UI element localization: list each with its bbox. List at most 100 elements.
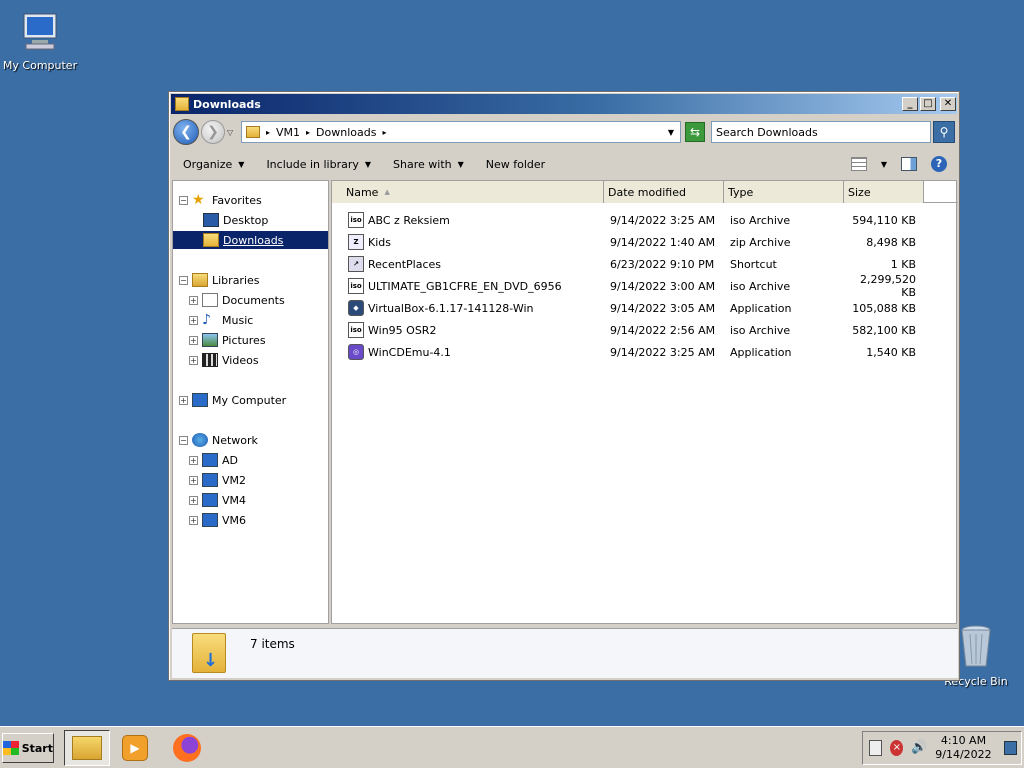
table-row[interactable]: iso ABC z Reksiem 9/14/2022 3:25 AM iso A… [332, 210, 958, 230]
taskbar-media-player[interactable]: ▶ [112, 730, 158, 766]
column-header-date[interactable]: Date modified [604, 181, 724, 203]
address-bar[interactable]: ▸ VM1 ▸ Downloads ▸ ▼ [241, 121, 681, 143]
network-error-icon[interactable]: × [890, 740, 904, 756]
view-options-dropdown[interactable]: ▼ [881, 160, 887, 169]
taskbar-explorer[interactable] [64, 730, 110, 766]
expand-icon[interactable]: + [189, 515, 198, 525]
close-button[interactable]: ✕ [940, 97, 956, 111]
nav-network-vm2[interactable]: + VM2 [189, 471, 246, 489]
expand-icon[interactable]: + [179, 395, 188, 405]
table-row[interactable]: ◆ VirtualBox-6.1.17-141128-Win 9/14/2022 … [332, 298, 958, 318]
show-desktop-icon[interactable] [1003, 741, 1017, 755]
organize-menu[interactable]: Organize ▼ [183, 158, 244, 171]
table-row[interactable]: ↗ RecentPlaces 6/23/2022 9:10 PM Shortcut… [332, 254, 958, 274]
table-row[interactable]: iso Win95 OSR2 9/14/2022 2:56 AM iso Arch… [332, 320, 958, 340]
table-row[interactable]: iso ULTIMATE_GB1CFRE_EN_DVD_6956 9/14/202… [332, 273, 958, 299]
nav-my-computer[interactable]: + My Computer [179, 391, 286, 409]
file-name: RecentPlaces [368, 257, 441, 271]
nav-music[interactable]: + ♪ Music [189, 311, 253, 329]
search-icon[interactable]: ⚲ [933, 121, 955, 143]
iso-icon: iso [348, 278, 364, 294]
taskbar-firefox[interactable] [164, 730, 210, 766]
column-header-name[interactable]: Name ▲ [332, 181, 604, 203]
details-pane: ↓ 7 items [172, 628, 958, 678]
expand-icon[interactable]: + [189, 315, 198, 325]
volume-icon[interactable]: 🔊 [911, 740, 927, 756]
breadcrumb-separator[interactable]: ▸ [266, 128, 270, 137]
organize-label: Organize [183, 157, 233, 171]
file-date: 9/14/2022 3:25 AM [610, 213, 716, 227]
command-bar: Organize ▼ Include in library ▼ Share with… [171, 150, 957, 178]
expand-icon[interactable]: + [189, 355, 198, 365]
file-name: Kids [368, 235, 391, 249]
change-view-icon[interactable] [850, 157, 867, 171]
breadcrumb-downloads[interactable]: Downloads [316, 126, 376, 139]
breadcrumb-separator[interactable]: ▸ [306, 128, 310, 137]
new-folder-button[interactable]: New folder [486, 158, 545, 171]
expand-icon[interactable]: + [189, 455, 198, 465]
refresh-button[interactable]: ⇆ [685, 122, 705, 142]
taskbar: Start ▶ × 🔊 4:10 AM 9/14/2022 [0, 726, 1024, 768]
pictures-icon [202, 333, 218, 347]
expand-icon[interactable]: + [189, 335, 198, 345]
nav-downloads[interactable]: Downloads [173, 231, 328, 249]
collapse-icon[interactable]: − [179, 435, 188, 445]
minimize-button[interactable]: _ [902, 97, 918, 111]
nav-pictures[interactable]: + Pictures [189, 331, 266, 349]
system-tray: × 🔊 4:10 AM 9/14/2022 [862, 731, 1022, 765]
include-in-library-menu[interactable]: Include in library ▼ [266, 158, 371, 171]
search-input[interactable]: Search Downloads [711, 121, 931, 143]
nav-videos[interactable]: + Videos [189, 351, 259, 369]
collapse-icon[interactable]: − [179, 195, 188, 205]
start-button[interactable]: Start [2, 733, 54, 763]
table-row[interactable]: ◎ WinCDEmu-4.1 9/14/2022 3:25 AM Applicat… [332, 342, 958, 362]
nav-network-vm4[interactable]: + VM4 [189, 491, 246, 509]
nav-network-vm6[interactable]: + VM6 [189, 511, 246, 529]
nav-label: Network [212, 433, 258, 447]
desktop-icon-my-computer[interactable]: My Computer [0, 10, 80, 72]
column-header-type[interactable]: Type [724, 181, 844, 203]
address-history-dropdown[interactable]: ▼ [668, 128, 674, 137]
nav-network-ad[interactable]: + AD [189, 451, 238, 469]
back-button[interactable]: ❮ [173, 119, 199, 145]
nav-label: Desktop [223, 213, 269, 227]
file-size: 594,110 KB [852, 213, 916, 227]
action-center-icon[interactable] [869, 740, 883, 756]
nav-desktop[interactable]: Desktop [203, 211, 268, 229]
share-with-menu[interactable]: Share with ▼ [393, 158, 464, 171]
file-size: 8,498 KB [866, 235, 916, 249]
clock[interactable]: 4:10 AM 9/14/2022 [935, 734, 991, 762]
nav-label: My Computer [212, 393, 287, 407]
maximize-button[interactable]: □ [920, 97, 936, 111]
preview-pane-icon[interactable] [901, 157, 917, 171]
music-icon: ♪ [202, 312, 211, 328]
nav-documents[interactable]: + Documents [189, 291, 285, 309]
navigation-pane: − ★ Favorites Desktop Downloads − Librar… [172, 180, 329, 624]
breadcrumb-separator[interactable]: ▸ [382, 128, 386, 137]
virtualbox-icon: ◆ [348, 300, 364, 316]
desktop-icon [203, 213, 219, 227]
file-date: 6/23/2022 9:10 PM [610, 257, 715, 271]
nav-favorites[interactable]: − ★ Favorites [179, 191, 262, 209]
forward-button[interactable]: ❯ [201, 120, 225, 144]
collapse-icon[interactable]: − [179, 275, 188, 285]
column-header-size[interactable]: Size [844, 181, 924, 203]
shortcut-icon: ↗ [348, 256, 364, 272]
table-row[interactable]: Z Kids 9/14/2022 1:40 AM zip Archive 8,49… [332, 232, 958, 252]
item-count: 7 items [250, 637, 295, 651]
breadcrumb-vm1[interactable]: VM1 [276, 126, 300, 139]
help-icon[interactable]: ? [931, 156, 947, 172]
expand-icon[interactable]: + [189, 475, 198, 485]
computer-icon [202, 513, 218, 527]
column-label: Name [346, 185, 379, 199]
recent-pages-dropdown[interactable]: ▽ [227, 128, 237, 137]
nav-network[interactable]: − Network [179, 431, 258, 449]
expand-icon[interactable]: + [189, 295, 198, 305]
star-icon: ★ [192, 192, 205, 208]
window-title: Downloads [193, 97, 261, 111]
title-bar[interactable]: Downloads _ □ ✕ [171, 94, 957, 114]
file-size: 105,088 KB [852, 301, 916, 315]
nav-libraries[interactable]: − Libraries [179, 271, 260, 289]
expand-icon[interactable]: + [189, 495, 198, 505]
column-headers: Name ▲ Date modified Type Size [332, 181, 958, 203]
